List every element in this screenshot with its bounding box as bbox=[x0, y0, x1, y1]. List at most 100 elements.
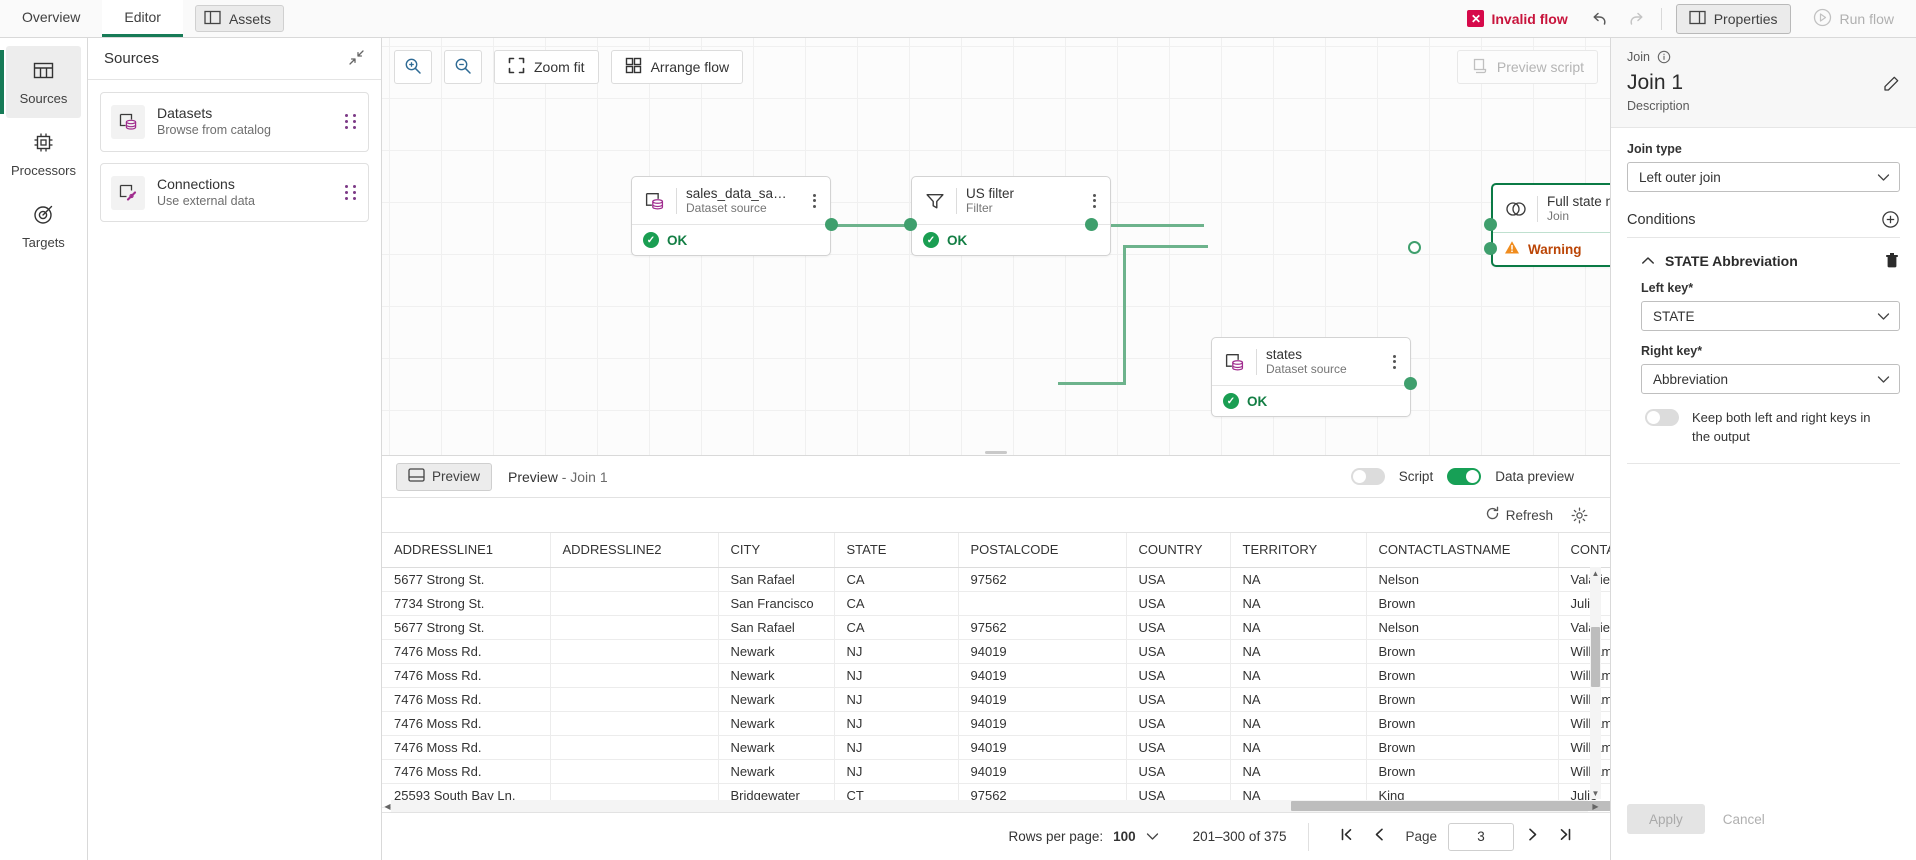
table-row[interactable]: 7476 Moss Rd.NewarkNJ94019USANABrownWill… bbox=[382, 759, 1610, 783]
tab-overview[interactable]: Overview bbox=[0, 0, 102, 37]
preview-script-wrap: Preview script bbox=[1457, 50, 1598, 84]
next-page-button[interactable] bbox=[1517, 822, 1547, 852]
page-input[interactable] bbox=[1448, 823, 1514, 851]
redo-button[interactable] bbox=[1618, 5, 1652, 33]
table-cell: NJ bbox=[834, 735, 958, 759]
table-row[interactable]: 5677 Strong St.San RafaelCA97562USANANel… bbox=[382, 567, 1610, 591]
rail-item-sources[interactable]: Sources bbox=[6, 46, 81, 118]
collapse-diagonal-icon[interactable] bbox=[348, 49, 365, 69]
table-cell: CA bbox=[834, 591, 958, 615]
right-key-select[interactable]: Abbreviation bbox=[1641, 364, 1900, 394]
table-column-header[interactable]: COUNTRY bbox=[1126, 533, 1230, 567]
table-row[interactable]: 7476 Moss Rd.NewarkNJ94019USANABrownWill… bbox=[382, 639, 1610, 663]
table-column-header[interactable]: TERRITORY bbox=[1230, 533, 1366, 567]
flow-canvas[interactable]: Zoom fit Arrange flow Preview bbox=[382, 38, 1610, 456]
scroll-left-arrow-icon[interactable]: ◀ bbox=[382, 800, 393, 812]
vertical-scrollbar-thumb[interactable] bbox=[1591, 627, 1600, 687]
flow-port-output[interactable] bbox=[1085, 218, 1098, 231]
table-row[interactable]: 7476 Moss Rd.NewarkNJ94019USANABrownWill… bbox=[382, 711, 1610, 735]
table-row[interactable]: 7476 Moss Rd.NewarkNJ94019USANABrownWill… bbox=[382, 663, 1610, 687]
flow-node-states[interactable]: states Dataset source ✓ OK bbox=[1211, 337, 1411, 417]
drag-handle-icon[interactable] bbox=[344, 185, 358, 200]
flow-port-input[interactable] bbox=[904, 218, 917, 231]
resize-grip[interactable] bbox=[985, 451, 1007, 454]
scroll-right-arrow-icon[interactable]: ▶ bbox=[1590, 800, 1601, 812]
flow-port-reject[interactable] bbox=[1408, 241, 1421, 254]
chevron-up-icon[interactable] bbox=[1641, 256, 1655, 265]
flow-node-us-filter[interactable]: US filter Filter ✓ OK bbox=[911, 176, 1111, 256]
rail-item-targets[interactable]: Targets bbox=[6, 190, 81, 262]
flow-port-input-left[interactable] bbox=[1484, 218, 1497, 231]
rows-per-page-value[interactable]: 100 bbox=[1113, 829, 1136, 844]
flow-port-input-right[interactable] bbox=[1484, 242, 1497, 255]
table-cell: Brown bbox=[1366, 735, 1558, 759]
table-column-header[interactable]: CONTACTLASTNAME bbox=[1366, 533, 1558, 567]
keep-keys-toggle[interactable] bbox=[1645, 409, 1679, 426]
undo-button[interactable] bbox=[1584, 5, 1618, 33]
vertical-scrollbar[interactable]: ▲ ▼ bbox=[1590, 567, 1601, 799]
flow-port-output[interactable] bbox=[1404, 377, 1417, 390]
trash-icon[interactable] bbox=[1884, 252, 1900, 269]
plus-circle-icon[interactable] bbox=[1881, 210, 1900, 229]
table-column-header[interactable]: ADDRESSLINE1 bbox=[382, 533, 550, 567]
gear-icon[interactable] bbox=[1571, 507, 1588, 524]
chevron-down-icon[interactable] bbox=[1146, 829, 1159, 844]
zoom-in-button[interactable] bbox=[394, 50, 432, 84]
first-page-button[interactable] bbox=[1331, 822, 1361, 852]
conditions-label: Conditions bbox=[1627, 212, 1696, 228]
last-page-button[interactable] bbox=[1550, 822, 1580, 852]
condition-header[interactable]: STATE Abbreviation bbox=[1627, 252, 1900, 269]
cancel-button[interactable]: Cancel bbox=[1723, 812, 1765, 827]
zoom-out-button[interactable] bbox=[444, 50, 482, 84]
zoom-fit-button[interactable]: Zoom fit bbox=[494, 50, 599, 84]
table-row[interactable]: 7476 Moss Rd.NewarkNJ94019USANABrownWill… bbox=[382, 687, 1610, 711]
scroll-down-arrow-icon[interactable]: ▼ bbox=[1590, 787, 1601, 799]
source-card-connections[interactable]: Connections Use external data bbox=[100, 163, 369, 223]
grid-squares-icon bbox=[625, 57, 642, 77]
assets-button[interactable]: Assets bbox=[195, 5, 284, 32]
flow-port-output[interactable] bbox=[825, 218, 838, 231]
table-row[interactable]: 5677 Strong St.San RafaelCA97562USANANel… bbox=[382, 615, 1610, 639]
table-column-header[interactable]: POSTALCODE bbox=[958, 533, 1126, 567]
check-circle-icon: ✓ bbox=[923, 232, 939, 248]
table-column-header[interactable]: CONTACTFIRSTNAME bbox=[1558, 533, 1610, 567]
table-row[interactable]: 7476 Moss Rd.NewarkNJ94019USANABrownWill… bbox=[382, 735, 1610, 759]
table-column-header[interactable]: ADDRESSLINE2 bbox=[550, 533, 718, 567]
apply-button[interactable]: Apply bbox=[1627, 804, 1705, 834]
data-preview-toggle[interactable] bbox=[1447, 468, 1481, 485]
run-flow-button[interactable]: Run flow bbox=[1801, 4, 1906, 34]
pencil-icon[interactable] bbox=[1882, 71, 1900, 96]
refresh-button[interactable]: Refresh bbox=[1485, 506, 1553, 524]
properties-button[interactable]: Properties bbox=[1676, 4, 1791, 34]
preview-script-button[interactable]: Preview script bbox=[1457, 50, 1598, 84]
source-card-datasets[interactable]: Datasets Browse from catalog bbox=[100, 92, 369, 152]
left-key-select[interactable]: STATE bbox=[1641, 301, 1900, 331]
rail-item-processors[interactable]: Processors bbox=[6, 118, 81, 190]
app-root: Overview Editor Assets ✕ Invalid flow bbox=[0, 0, 1916, 860]
join-type-select[interactable]: Left outer join bbox=[1627, 162, 1900, 192]
data-preview-table-wrapper[interactable]: ADDRESSLINE1ADDRESSLINE2CITYSTATEPOSTALC… bbox=[382, 532, 1610, 812]
flow-node-menu-icon[interactable] bbox=[1086, 194, 1102, 208]
flow-node-menu-icon[interactable] bbox=[806, 194, 822, 208]
flow-node-menu-icon[interactable] bbox=[1386, 355, 1402, 369]
arrange-flow-button[interactable]: Arrange flow bbox=[611, 50, 744, 84]
flow-node-title: sales_data_sample bbox=[686, 186, 797, 201]
preview-title: Preview - Join 1 bbox=[508, 469, 608, 485]
scroll-up-arrow-icon[interactable]: ▲ bbox=[1590, 567, 1601, 579]
tab-editor[interactable]: Editor bbox=[102, 0, 183, 37]
pagination-footer: Rows per page: 100 201–300 of 375 bbox=[382, 812, 1610, 860]
preview-toggle-button[interactable]: Preview bbox=[396, 463, 492, 491]
horizontal-scrollbar[interactable]: ◀ ▶ bbox=[391, 800, 1588, 812]
horizontal-scrollbar-thumb[interactable] bbox=[1291, 801, 1610, 811]
flow-node-full-state-names[interactable]: Full state names Join Warning bbox=[1491, 183, 1610, 267]
divider bbox=[1537, 196, 1538, 222]
properties-description: Description bbox=[1627, 99, 1690, 113]
prev-page-button[interactable] bbox=[1364, 822, 1394, 852]
table-column-header[interactable]: CITY bbox=[718, 533, 834, 567]
drag-handle-icon[interactable] bbox=[344, 114, 358, 129]
script-toggle[interactable] bbox=[1351, 468, 1385, 485]
flow-node-sales-data-sample[interactable]: sales_data_sample Dataset source ✓ OK bbox=[631, 176, 831, 256]
table-row[interactable]: 7734 Strong St.San FranciscoCAUSANABrown… bbox=[382, 591, 1610, 615]
table-column-header[interactable]: STATE bbox=[834, 533, 958, 567]
info-icon[interactable] bbox=[1657, 50, 1671, 64]
